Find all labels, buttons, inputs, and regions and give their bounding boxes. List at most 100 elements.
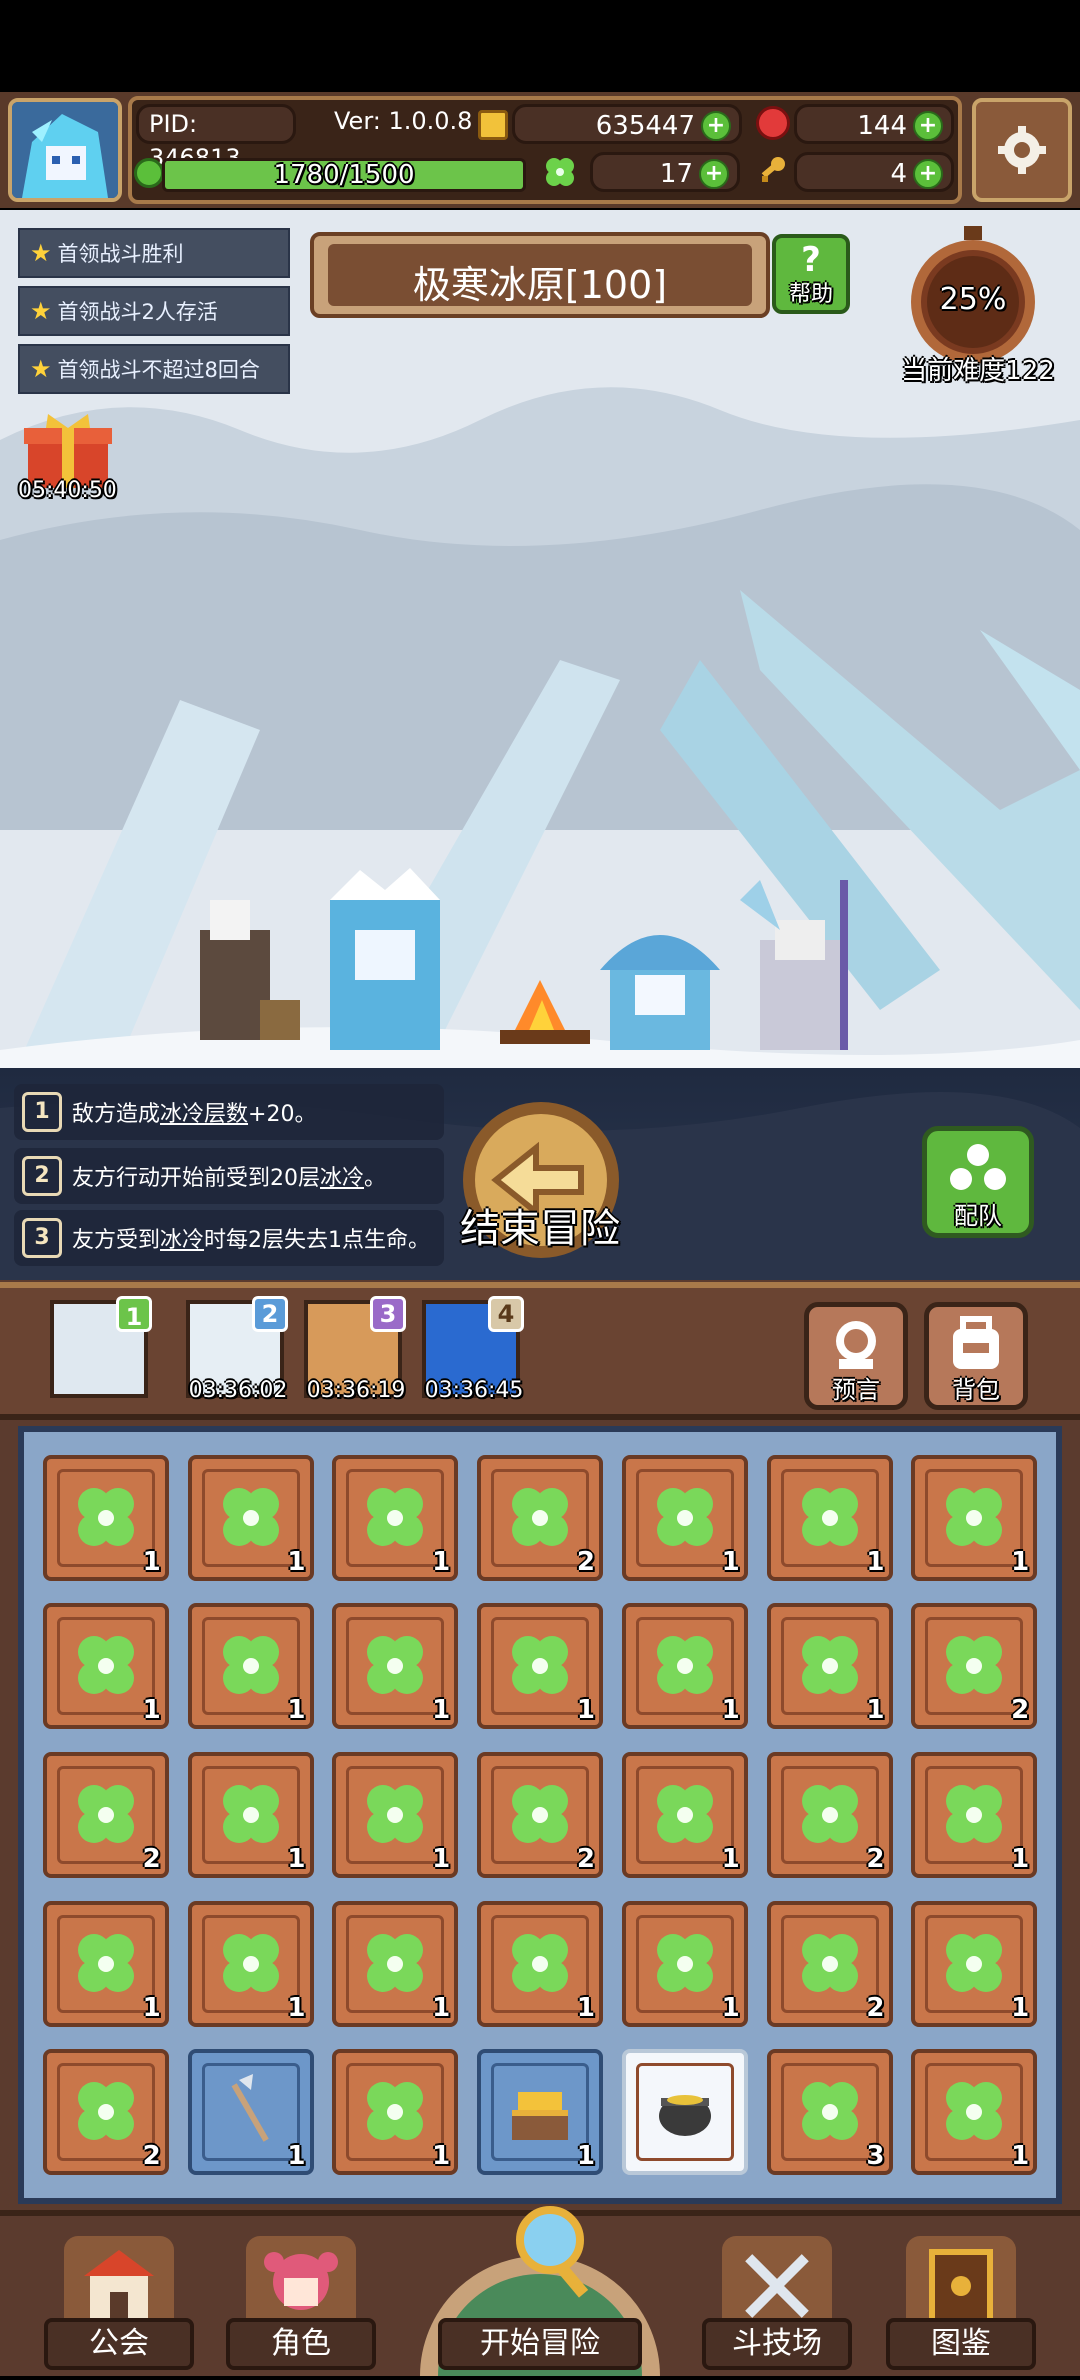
nav-character[interactable]: 角色 (226, 2226, 376, 2376)
clover-icon (788, 1773, 872, 1857)
item-count: 2 (866, 1844, 885, 1874)
inventory-slot[interactable]: 1 (187, 1603, 314, 1730)
inventory-slot[interactable]: 1 (332, 2049, 459, 2176)
item-count: 1 (432, 1546, 451, 1577)
inventory-slot[interactable]: 1 (766, 1454, 893, 1581)
inventory-slot[interactable]: 1 (911, 1752, 1038, 1878)
inventory-slot[interactable]: 1 (477, 1603, 603, 1730)
nav-arena[interactable]: 斗技场 (702, 2226, 852, 2376)
inventory-slot[interactable]: 2 (42, 1752, 169, 1878)
inventory-slot[interactable]: 1 (332, 1900, 459, 2027)
inventory-slot[interactable]: 1 (477, 1900, 603, 2027)
inventory-slot[interactable]: 1 (911, 2049, 1038, 2176)
rule-keyword[interactable]: 冰冷层数 (160, 1096, 248, 1128)
inventory-slot[interactable]: 2 (42, 2049, 169, 2176)
clover-icon (353, 1773, 437, 1857)
clover-icon (643, 1922, 727, 2006)
settings-button[interactable] (972, 98, 1072, 202)
crystal-ball-icon (836, 1321, 876, 1369)
item-count: 1 (1011, 2141, 1030, 2172)
inventory-slot[interactable]: 2 (911, 1603, 1038, 1730)
stage-tab[interactable]: 1 (50, 1296, 152, 1398)
clover-icon (498, 1922, 582, 2006)
stage-tab-timer: 03:36:02 (188, 1378, 288, 1403)
inventory-slot[interactable]: 2 (477, 1752, 603, 1878)
clover-icon (643, 1624, 727, 1708)
backpack-button[interactable]: 背包 (924, 1302, 1028, 1410)
inventory-slot[interactable]: 1 (332, 1752, 459, 1878)
rule-keyword[interactable]: 冰冷 (160, 1222, 204, 1254)
item-count: 1 (866, 1695, 885, 1726)
inventory-slot[interactable]: 1 (187, 1900, 314, 2027)
rule-item: 3 友方受到 冰冷 时每2层失去1点生命。 (14, 1210, 444, 1266)
gold-chest-icon (498, 2070, 582, 2154)
avatar[interactable] (8, 98, 122, 202)
inventory-slot[interactable]: 1 (187, 1752, 314, 1878)
inventory-slot[interactable]: 1 (621, 1603, 748, 1730)
clover-icon (209, 1624, 293, 1708)
difficulty-dial[interactable]: 25% (904, 226, 1042, 366)
item-count: 1 (432, 1992, 451, 2023)
help-button[interactable]: ? 帮助 (772, 234, 850, 314)
stage-tab-badge: 3 (370, 1296, 406, 1332)
team-label: 配队 (954, 1202, 1002, 1230)
rule-text: +20。 (248, 1102, 317, 1127)
rule-number: 1 (22, 1092, 62, 1132)
inventory-slot[interactable]: 1 (187, 2049, 314, 2176)
clover-icon (932, 1773, 1016, 1857)
inventory-slot[interactable]: 1 (766, 1603, 893, 1730)
clover-icon (932, 2070, 1016, 2154)
inventory-slot[interactable] (621, 2049, 748, 2176)
arrow-icon (209, 2070, 293, 2154)
prophecy-button[interactable]: 预言 (804, 1302, 908, 1410)
clover-icon (498, 1476, 582, 1560)
gem-value: 144 (857, 111, 907, 141)
add-gold-button[interactable]: + (701, 111, 731, 141)
quest-label: 首领战斗胜利 (57, 242, 184, 266)
inventory-slot[interactable]: 1 (911, 1454, 1038, 1581)
item-count: 2 (866, 1992, 885, 2023)
gift-box-button[interactable] (22, 412, 114, 488)
inventory-slot[interactable]: 1 (332, 1603, 459, 1730)
clover-icon (353, 2070, 437, 2154)
add-clover-button[interactable]: + (699, 159, 729, 189)
rule-number: 3 (22, 1218, 62, 1258)
inventory-slot[interactable]: 2 (766, 1752, 893, 1878)
golden-key-icon (756, 154, 790, 188)
team-setup-button[interactable]: 配队 (922, 1126, 1034, 1238)
stage-tab-timer: 03:36:19 (306, 1378, 406, 1403)
inventory-slot[interactable]: 1 (621, 1900, 748, 2027)
inventory-slot[interactable]: 2 (766, 1900, 893, 2027)
inventory-slot[interactable]: 3 (766, 2049, 893, 2176)
add-key-button[interactable]: + (913, 159, 943, 189)
rule-keyword[interactable]: 冰冷 (320, 1160, 364, 1192)
inventory-slot[interactable]: 1 (621, 1454, 748, 1581)
pid-label: PID: 346813 (136, 104, 296, 172)
inventory-slot[interactable]: 2 (477, 1454, 603, 1581)
inventory-slot[interactable]: 1 (187, 1454, 314, 1581)
gold-icon (478, 110, 508, 140)
rule-number: 2 (22, 1156, 62, 1196)
item-count: 1 (721, 1695, 740, 1726)
item-count: 1 (576, 1695, 595, 1726)
stage-tab-timer: 03:36:45 (424, 1378, 524, 1403)
nav-start-adventure[interactable]: 开始冒险 (410, 2170, 670, 2376)
nav-codex[interactable]: 图鉴 (886, 2226, 1036, 2376)
inventory-slot[interactable]: 1 (621, 1752, 748, 1878)
rule-text: 友方行动开始前受到20层 (72, 1166, 320, 1191)
backpack-label: 背包 (952, 1376, 1000, 1404)
inventory-slot[interactable]: 1 (911, 1900, 1038, 2027)
inventory-slot[interactable]: 1 (332, 1454, 459, 1581)
item-count: 2 (142, 2141, 161, 2172)
inventory-slot[interactable]: 1 (42, 1900, 169, 2027)
inventory-slot[interactable]: 1 (477, 2049, 603, 2176)
exp-text: 1780/1500 (273, 160, 415, 190)
inventory-slot[interactable]: 1 (42, 1454, 169, 1581)
clover-icon (498, 1624, 582, 1708)
item-count: 1 (432, 1695, 451, 1726)
add-gem-button[interactable]: + (913, 111, 943, 141)
item-count: 1 (142, 1695, 161, 1726)
nav-guild[interactable]: 公会 (44, 2226, 194, 2376)
inventory-slot[interactable]: 1 (42, 1603, 169, 1730)
item-count: 2 (1011, 1695, 1030, 1726)
